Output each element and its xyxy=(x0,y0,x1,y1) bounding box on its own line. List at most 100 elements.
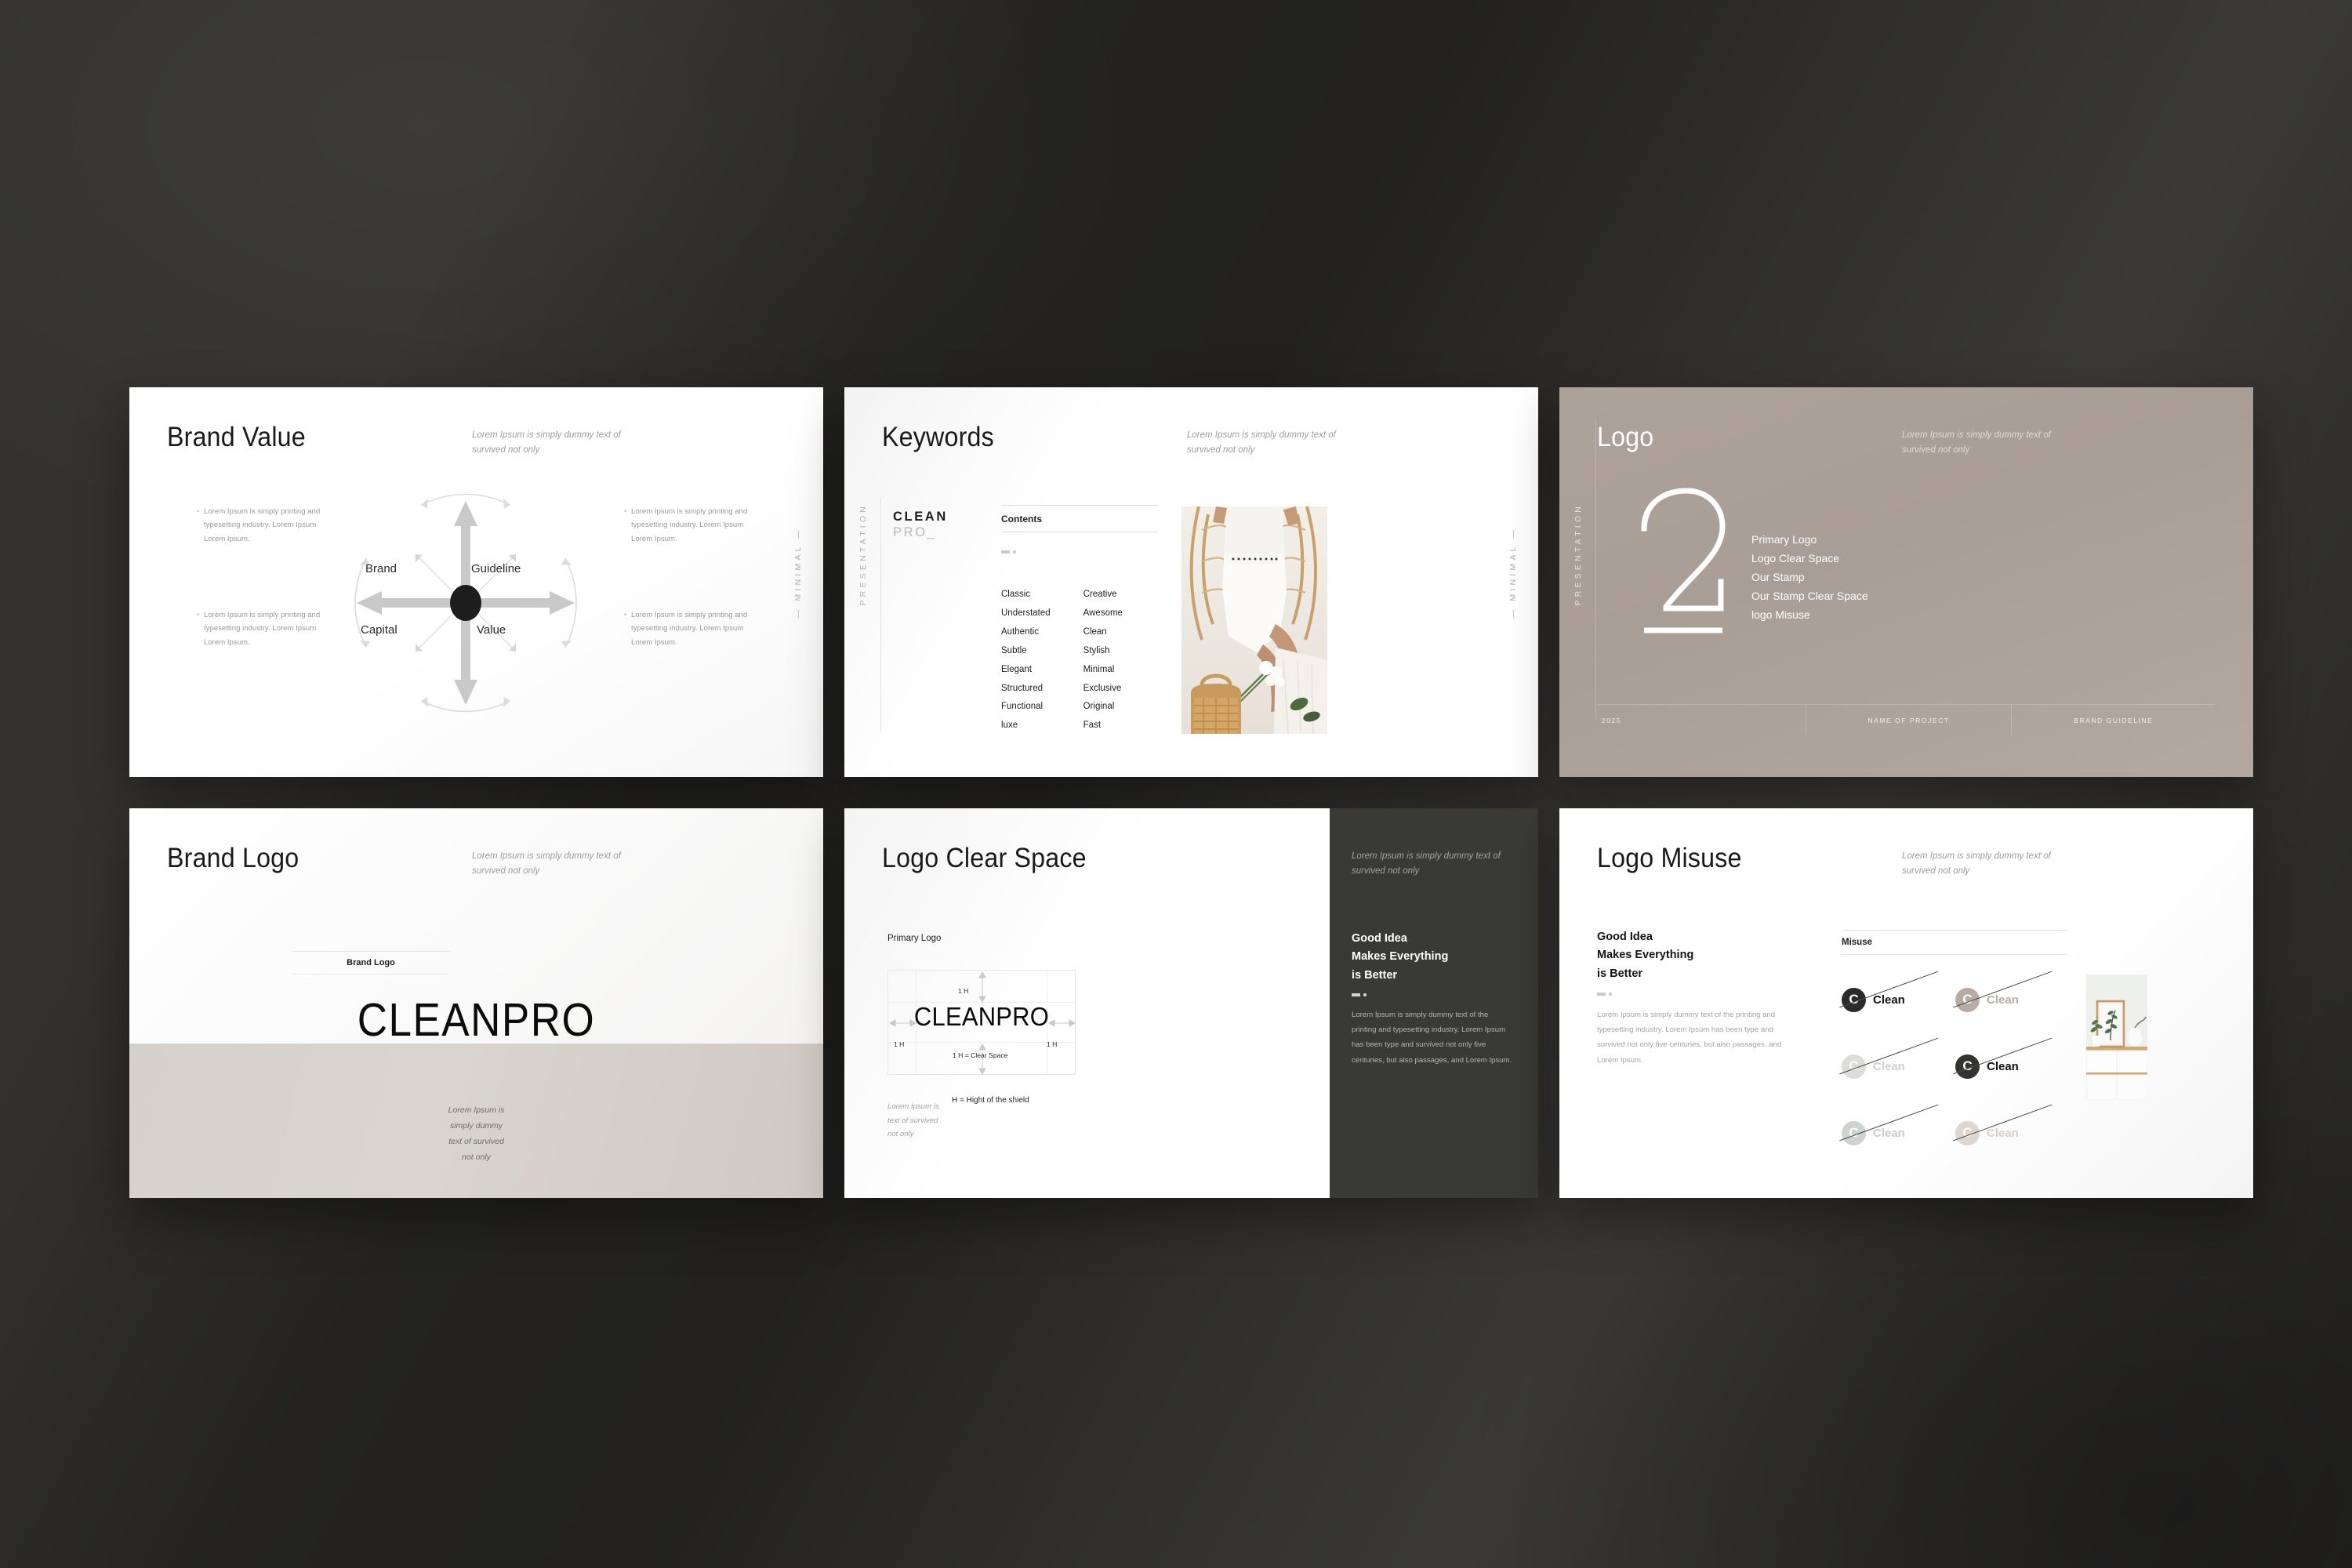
misuse-badge-grid: C Clean C Clean C Clean C Clean C Clean C Clean xyxy=(1839,971,2069,1150)
list-item: Primary Logo xyxy=(1751,533,1817,546)
bullet-dot-icon: • xyxy=(624,611,627,619)
list-item: Minimal xyxy=(1083,664,1115,674)
caption-line: simply dummy xyxy=(449,1121,503,1131)
slide-logo-section[interactable]: Logo Lorem Ipsum is simply dummy text of… xyxy=(1559,387,2253,777)
misuse-label: Misuse xyxy=(1842,930,2067,955)
bullet-dot-icon: • xyxy=(197,507,200,515)
bullet-top-left: • Lorem Ipsum is simply printing and typ… xyxy=(197,505,323,546)
heading-line: Good Idea xyxy=(1597,931,1653,943)
logo-wordmark: Clean xyxy=(1987,993,2019,1007)
bullet-dot-icon: • xyxy=(624,507,627,515)
bullet-text: Lorem Ipsum is simply printing and types… xyxy=(204,611,321,647)
page-title: Logo xyxy=(1597,422,1654,452)
list-item: luxe xyxy=(1001,720,1018,731)
dimension-right: 1 H xyxy=(1047,1040,1058,1048)
section-heading: Good Idea Makes Everything is Better xyxy=(1597,928,1693,983)
rail-divider xyxy=(1595,419,1596,720)
caption-line: not only xyxy=(462,1152,491,1163)
brand-logo-label: Brand Logo xyxy=(292,951,449,975)
interior-photo xyxy=(2086,975,2147,1100)
brand-value-diagram: Brand Guideline Capital Value xyxy=(333,477,600,728)
diagram-node-brand: Brand xyxy=(365,562,397,575)
dark-info-panel: Lorem Ipsum is simply dummy text of surv… xyxy=(1330,808,1538,1198)
list-item: logo Misuse xyxy=(1751,608,1810,622)
list-item: Functional xyxy=(1001,702,1044,712)
list-item: Stylish xyxy=(1083,645,1110,655)
keyword-column-1: Classic Understated Authentic Subtle Ele… xyxy=(1001,586,1051,735)
photo-woman-rattan-chair xyxy=(1181,506,1327,734)
slide-logo-clear-space[interactable]: Logo Clear Space Primary Logo CLEANPRO 1… xyxy=(844,808,1538,1198)
footnote-line: not only xyxy=(887,1130,914,1139)
caption-line: Lorem Ipsum is xyxy=(448,1105,505,1115)
primary-logo-label: Primary Logo xyxy=(887,934,942,943)
list-item: Exclusive xyxy=(1083,683,1122,693)
list-item: Structured xyxy=(1001,683,1044,693)
list-item: Creative xyxy=(1083,590,1117,599)
bullet-text: Lorem Ipsum is simply printing and types… xyxy=(631,611,748,647)
dimension-left: 1 H xyxy=(894,1040,905,1048)
misuse-badge: C Clean xyxy=(1839,1104,1955,1150)
list-item: Subtle xyxy=(1001,645,1027,655)
list-item: Clean xyxy=(1083,626,1107,637)
header-note: Lorem Ipsum is simply dummy text of surv… xyxy=(472,430,621,455)
rail-presentation: PRESENTATION xyxy=(1573,503,1583,606)
diagram-hub xyxy=(450,585,481,621)
diagram-node-capital: Capital xyxy=(361,623,397,637)
footnote-line: text of survived xyxy=(887,1116,938,1125)
rail-divider xyxy=(880,497,881,732)
dot-icon xyxy=(1609,993,1612,996)
page-title: Brand Logo xyxy=(167,843,299,873)
diagram-node-value: Value xyxy=(477,623,506,637)
panel-caption: Lorem Ipsum is simply dummy text of surviv… xyxy=(129,1102,823,1166)
keyword-columns: Classic Understated Authentic Subtle Ele… xyxy=(1001,586,1123,735)
dash-icon xyxy=(1352,993,1360,996)
logo-wordmark: Clean xyxy=(1873,1126,1905,1140)
header-note: Lorem Ipsum is simply dummy text of surv… xyxy=(1902,851,2051,876)
presentation-mockup-canvas: Brand Value Lorem Ipsum is simply dummy … xyxy=(0,0,2352,1568)
photo-interior-console-frame xyxy=(2086,975,2147,1100)
logo-line-clean: CLEAN xyxy=(893,510,948,524)
header-note: Lorem Ipsum is simply dummy text of surv… xyxy=(472,851,621,876)
dot-icon xyxy=(1013,550,1016,554)
page-title: Logo Misuse xyxy=(1597,843,1742,873)
header-note: Lorem Ipsum is simply dummy text of surv… xyxy=(1187,430,1336,455)
header-note: Lorem Ipsum is simply dummy text of surv… xyxy=(1902,430,2051,455)
bullet-text: Lorem Ipsum is simply printing and types… xyxy=(204,507,321,543)
section-body: Lorem Ipsum is simply dummy text of the … xyxy=(1597,1011,1782,1065)
footnote-line: Lorem Ipsum is xyxy=(887,1102,939,1111)
rail-minimal: — MINIMAL — xyxy=(793,527,803,619)
logo-line-pro: PRO_ xyxy=(893,525,937,539)
bullet-top-right: • Lorem Ipsum is simply printing and typ… xyxy=(624,505,750,546)
bullet-text: Lorem Ipsum is simply printing and types… xyxy=(631,507,748,543)
dash-dot-marker xyxy=(1001,550,1016,554)
list-item: Awesome xyxy=(1083,608,1123,618)
dash-dot-marker xyxy=(1352,993,1367,996)
rail-minimal: — MINIMAL — xyxy=(1508,527,1518,619)
misuse-badge: C Clean xyxy=(1839,971,1955,1017)
dash-icon xyxy=(1001,550,1010,554)
logo-wordmark: Clean xyxy=(1873,993,1905,1007)
slide-brand-value[interactable]: Brand Value Lorem Ipsum is simply dummy … xyxy=(129,387,823,777)
logo-wordmark: Clean xyxy=(1987,1059,2019,1073)
heading-line: is Better xyxy=(1597,967,1643,980)
misuse-badge: C Clean xyxy=(1953,971,2069,1017)
keyword-column-2: Creative Awesome Clean Stylish Minimal E… xyxy=(1083,586,1123,735)
footer-year: 2025 xyxy=(1602,716,1622,724)
page-title: Brand Value xyxy=(167,422,306,452)
slide-keywords[interactable]: Keywords Lorem Ipsum is simply dummy tex… xyxy=(844,387,1538,777)
panel-body: Lorem Ipsum is simply dummy text of the … xyxy=(1352,1011,1512,1065)
slide-logo-misuse[interactable]: Logo Misuse Lorem Ipsum is simply dummy … xyxy=(1559,808,2253,1198)
page-title: Logo Clear Space xyxy=(882,843,1087,873)
list-item: Authentic xyxy=(1001,626,1039,637)
header-note: Lorem Ipsum is simply dummy text of surv… xyxy=(1352,851,1501,876)
slide-brand-logo[interactable]: Brand Logo Lorem Ipsum is simply dummy t… xyxy=(129,808,823,1198)
brand-logo-lockup: CLEAN PRO_ xyxy=(893,510,948,540)
list-item: Logo Clear Space xyxy=(1751,552,1840,565)
footer-document: BRAND GUIDELINE xyxy=(2010,705,2216,735)
lifestyle-photo xyxy=(1181,506,1327,734)
rail-presentation: PRESENTATION xyxy=(858,503,868,606)
backdrop-shadow-overlay xyxy=(0,0,2352,1568)
logo-wordmark: Clean xyxy=(1873,1059,1905,1073)
panel-heading: Good Idea Makes Everything is Better xyxy=(1352,930,1448,985)
heading-line: is Better xyxy=(1352,968,1398,982)
